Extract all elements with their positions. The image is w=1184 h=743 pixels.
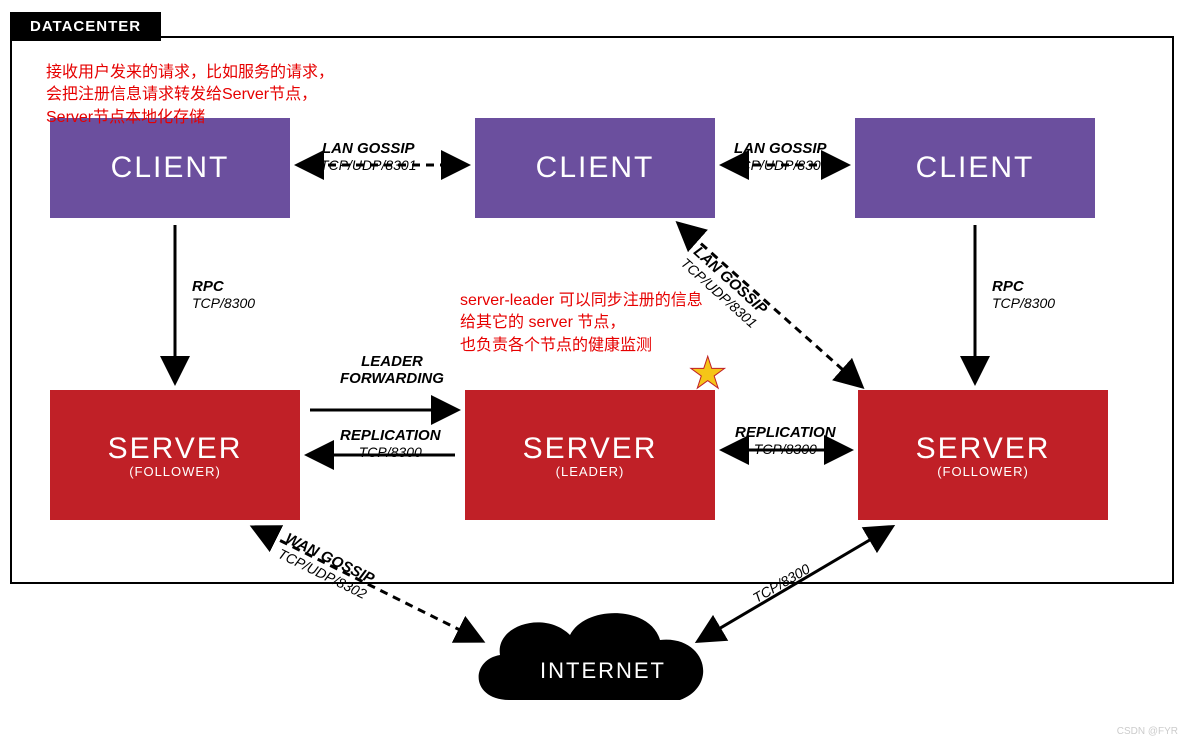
client-annotation: 接收用户发来的请求，比如服务的请求， 会把注册信息请求转发给Server节点， … — [46, 62, 334, 129]
server-3-role: (FOLLOWER) — [937, 464, 1029, 479]
client-node-1: CLIENT — [50, 118, 290, 218]
client-node-2: CLIENT — [475, 118, 715, 218]
leader-annotation-l3: 也负责各个节点的健康监测 — [460, 335, 703, 357]
leader-annotation-l1: server-leader 可以同步注册的信息 — [460, 290, 703, 312]
server-1-title: SERVER — [108, 432, 243, 466]
edge-leader-forwarding: LEADER FORWARDING — [340, 353, 444, 387]
client-node-3: CLIENT — [855, 118, 1095, 218]
server-2-role: (LEADER) — [556, 464, 625, 479]
leader-annotation: server-leader 可以同步注册的信息 给其它的 server 节点， … — [460, 290, 703, 357]
server-3-title: SERVER — [916, 432, 1051, 466]
client-2-title: CLIENT — [536, 151, 655, 185]
watermark: CSDN @FYR — [1117, 726, 1178, 737]
internet-label: INTERNET — [540, 658, 666, 684]
edge-replication-left: REPLICATION TCP/8300 — [340, 427, 441, 460]
client-annotation-l1: 接收用户发来的请求，比如服务的请求， — [46, 62, 334, 84]
server-follower-left: SERVER (FOLLOWER) — [50, 390, 300, 520]
server-1-role: (FOLLOWER) — [129, 464, 221, 479]
server-leader: SERVER (LEADER) — [465, 390, 715, 520]
client-3-title: CLIENT — [916, 151, 1035, 185]
client-annotation-l3: Server节点本地化存储 — [46, 107, 334, 129]
edge-lan-gossip-2: LAN GOSSIP TCP/UDP/8301 — [732, 140, 828, 173]
leader-annotation-l2: 给其它的 server 节点， — [460, 312, 703, 334]
star-icon: ★ — [688, 348, 727, 399]
client-1-title: CLIENT — [111, 151, 230, 185]
client-annotation-l2: 会把注册信息请求转发给Server节点， — [46, 84, 334, 106]
edge-lan-gossip-1: LAN GOSSIP TCP/UDP/8301 — [320, 140, 416, 173]
server-2-title: SERVER — [523, 432, 658, 466]
edge-rpc-right: RPC TCP/8300 — [992, 278, 1055, 311]
edge-rpc-left: RPC TCP/8300 — [192, 278, 255, 311]
server-follower-right: SERVER (FOLLOWER) — [858, 390, 1108, 520]
edge-replication-right: REPLICATION TCP/8300 — [735, 424, 836, 457]
